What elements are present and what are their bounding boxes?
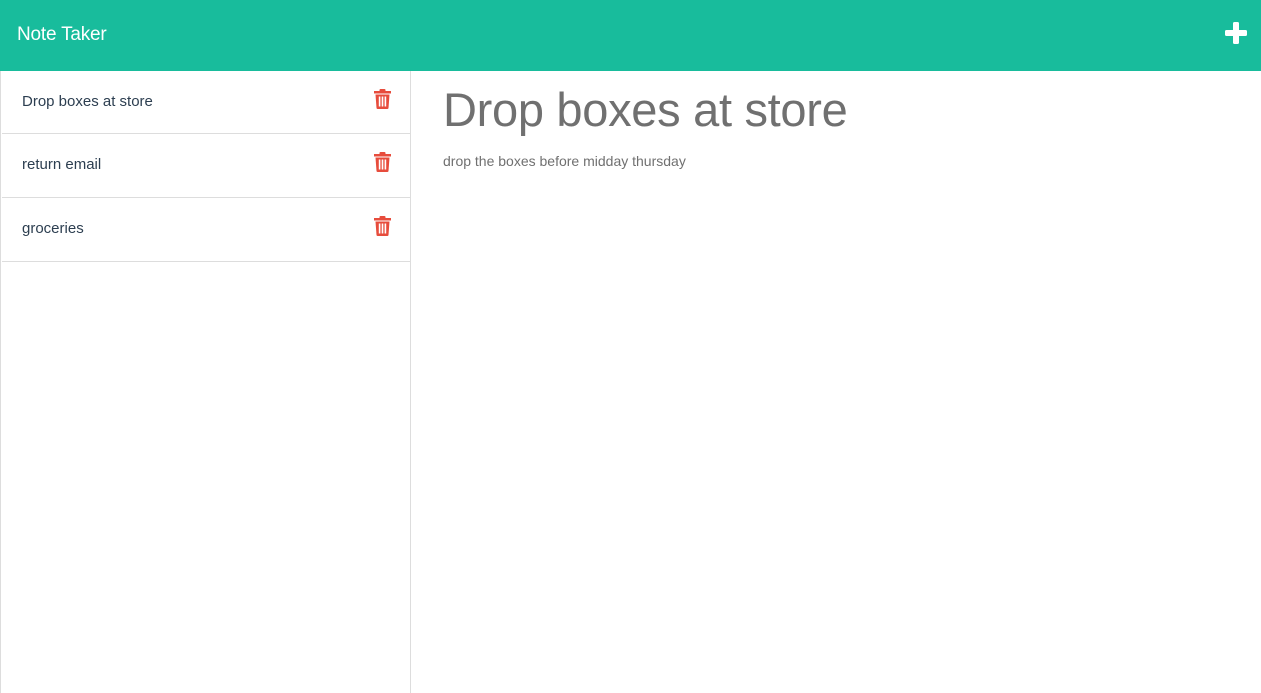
- delete-note-button[interactable]: [374, 216, 391, 236]
- note-list-title: Drop boxes at store: [22, 93, 153, 110]
- note-title-field[interactable]: Drop boxes at store: [443, 81, 848, 139]
- note-editor: Drop boxes at store drop the boxes befor…: [411, 71, 1261, 693]
- delete-note-button[interactable]: [374, 89, 391, 109]
- note-list-title: groceries: [22, 220, 84, 237]
- navbar: Note Taker: [0, 0, 1261, 71]
- trash-icon: [374, 152, 391, 172]
- list-item[interactable]: Drop boxes at store: [2, 71, 410, 134]
- note-list: Drop boxes at store return email groceri…: [1, 71, 410, 262]
- app-title[interactable]: Note Taker: [17, 23, 107, 47]
- plus-icon: [1225, 22, 1247, 44]
- list-item[interactable]: return email: [2, 134, 410, 198]
- note-text-field[interactable]: drop the boxes before midday thursday: [443, 151, 686, 171]
- note-list-panel: Drop boxes at store return email groceri…: [0, 71, 411, 693]
- trash-icon: [374, 216, 391, 236]
- new-note-button[interactable]: [1224, 21, 1248, 45]
- trash-icon: [374, 89, 391, 109]
- delete-note-button[interactable]: [374, 152, 391, 172]
- list-item[interactable]: groceries: [2, 198, 410, 262]
- note-list-title: return email: [22, 156, 102, 173]
